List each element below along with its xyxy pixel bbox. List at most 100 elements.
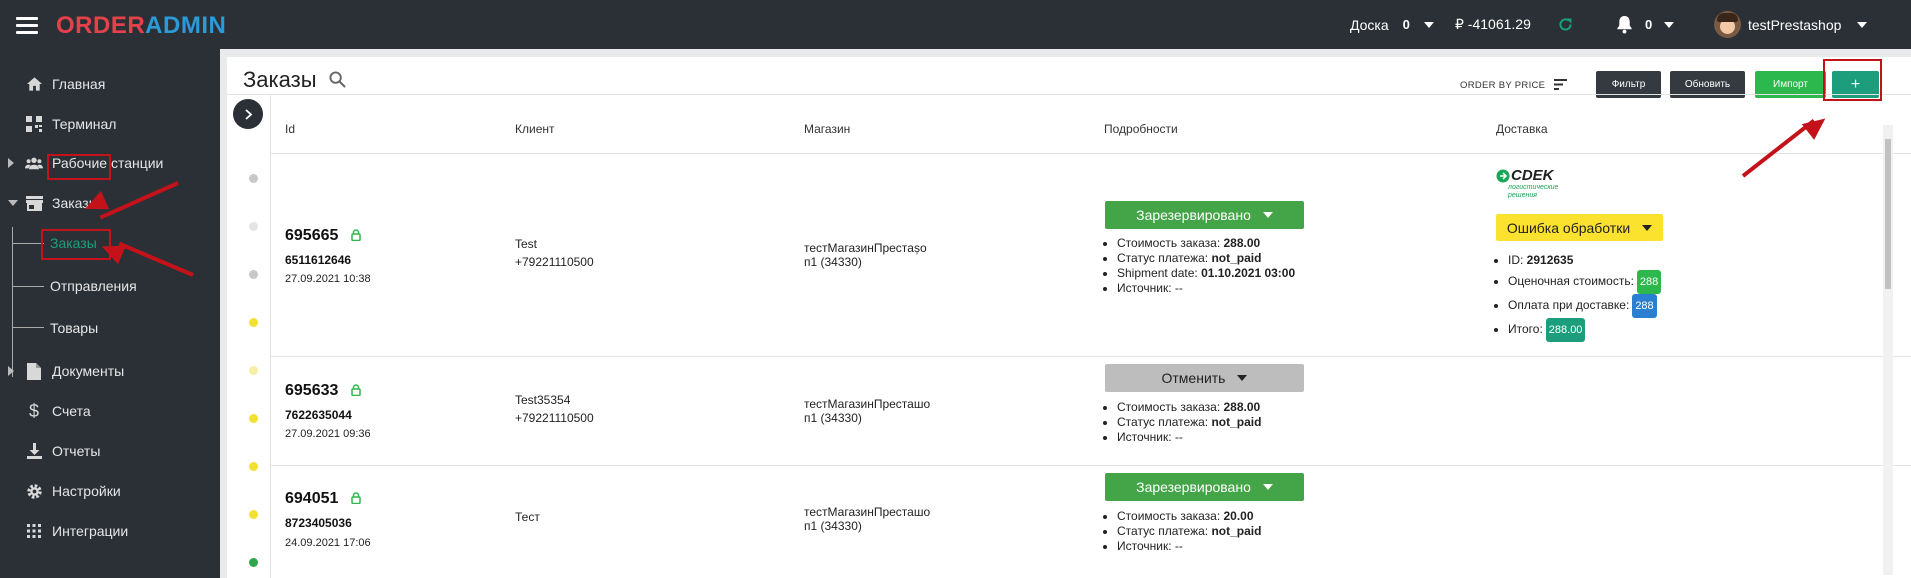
sidebar-item-settings[interactable]: Настройки: [0, 475, 220, 507]
annotation-box: [1823, 59, 1882, 101]
client-name: Тест: [515, 510, 540, 524]
sidebar-item-invoices[interactable]: $ Счета: [0, 395, 220, 427]
client-name: Test35354: [515, 393, 571, 407]
order-id[interactable]: 694051: [285, 490, 361, 508]
delivery-status-dropdown[interactable]: Ошибка обработки: [1496, 214, 1663, 241]
sidebar-item-reports[interactable]: Отчеты: [0, 435, 220, 467]
shop-id: п1 (34330): [804, 519, 862, 533]
column-header-details[interactable]: Подробности: [1104, 122, 1178, 136]
chevron-down-icon: [1262, 484, 1273, 490]
chevron-down-icon: [1664, 21, 1675, 28]
refresh-icon[interactable]: [1557, 0, 1574, 49]
status-dot: [249, 366, 258, 375]
board-dropdown[interactable]: Доска 0: [1350, 0, 1434, 49]
download-icon: [25, 442, 43, 460]
cdek-logo: СDEK логистические решения: [1496, 167, 1576, 203]
document-icon: [25, 362, 43, 380]
sidebar-item-documents[interactable]: Документы: [0, 355, 220, 387]
order-by-price[interactable]: ORDER BY PRICE: [1460, 79, 1568, 91]
status-dot: [249, 462, 258, 471]
shop-name: тестМагазинПрестașо: [804, 241, 927, 255]
divider: [271, 153, 1911, 154]
expand-button[interactable]: [233, 99, 263, 129]
column-header-delivery[interactable]: Доставка: [1496, 122, 1548, 136]
sidebar-item-label: Интеграции: [52, 523, 129, 539]
lock-icon: [351, 384, 361, 397]
order-code: 8723405036: [285, 516, 352, 530]
board-label: Доска: [1350, 16, 1389, 33]
page-title: Заказы: [243, 67, 346, 93]
sidebar-subitem-shipments[interactable]: Отправления: [50, 278, 137, 294]
chevron-right-icon: [8, 158, 14, 168]
divider: [271, 356, 1911, 357]
status-dropdown[interactable]: Зарезервировано: [1105, 473, 1304, 501]
status-dot: [249, 174, 258, 183]
detail-cost: Стоимость заказа: 20.00: [1117, 509, 1261, 524]
order-code: 7622635044: [285, 408, 352, 422]
app-logo[interactable]: ORDERADMIN: [56, 12, 226, 40]
store-icon: [25, 194, 43, 212]
users-icon: [25, 154, 43, 172]
order-details: Стоимость заказа: 288.00 Статус платежа:…: [1105, 400, 1261, 445]
tree-line: [12, 243, 44, 244]
order-id[interactable]: 695633: [285, 382, 361, 400]
order-details: Стоимость заказа: 20.00 Статус платежа: …: [1105, 509, 1261, 554]
row-gutter: [227, 94, 271, 578]
chevron-down-icon: [1857, 21, 1868, 28]
sidebar-item-label: Документы: [52, 363, 125, 379]
detail-source: Источник: --: [1117, 430, 1261, 445]
annotation-box: [47, 154, 111, 180]
sidebar-item-label: Настройки: [52, 483, 121, 499]
chevron-right-icon: [8, 366, 14, 376]
status-dot: [249, 318, 258, 327]
grid-icon: [25, 522, 43, 540]
sidebar-subitem-products[interactable]: Товары: [50, 320, 98, 336]
chevron-down-icon: [1237, 375, 1248, 381]
lock-icon: [351, 492, 361, 505]
balance: ₽ -41061.29: [1455, 16, 1531, 32]
status-dot: [249, 222, 258, 231]
bell-icon: [1617, 16, 1632, 34]
shop-id: п1 (34330): [804, 411, 862, 425]
divider: [227, 94, 1911, 95]
notifications-dropdown[interactable]: 0: [1616, 0, 1675, 49]
chevron-down-icon: [1642, 224, 1653, 231]
top-bar: ORDERADMIN Доска 0 ₽ -41061.29 0 testPre…: [0, 0, 1911, 49]
status-dot: [249, 414, 258, 423]
status-dropdown[interactable]: Зарезервировано: [1105, 201, 1304, 229]
detail-cost: Стоимость заказа: 288.00: [1117, 400, 1261, 415]
lock-icon: [351, 229, 361, 242]
sidebar-item-terminal[interactable]: Терминал: [0, 108, 220, 140]
search-icon[interactable]: [329, 71, 346, 88]
detail-source: Источник: --: [1117, 281, 1295, 296]
sidebar-item-integrations[interactable]: Интеграции: [0, 515, 220, 547]
scrollbar-thumb[interactable]: [1885, 139, 1891, 289]
sidebar-item-label: Терминал: [52, 116, 117, 132]
sidebar-item-label: Главная: [52, 76, 106, 92]
main-content: Заказы ORDER BY PRICE Фильтр Обновить Им…: [220, 49, 1911, 578]
column-header-shop[interactable]: Магазин: [804, 122, 850, 136]
divider: [271, 465, 1911, 466]
shop-name: тестМагазинПресташо: [804, 397, 931, 411]
column-header-id[interactable]: Id: [285, 122, 295, 136]
sidebar-item-home[interactable]: Главная: [0, 68, 220, 100]
sort-icon: [1554, 79, 1568, 90]
status-dropdown[interactable]: Отменить: [1105, 364, 1304, 392]
sidebar-item-label: Счета: [52, 403, 91, 419]
delivery-cod: Оплата при доставке:288: [1508, 294, 1661, 318]
order-date: 27.09.2021 09:36: [285, 428, 371, 440]
column-header-client[interactable]: Клиент: [515, 122, 555, 136]
home-icon: [25, 75, 43, 93]
client-phone: +79221110500: [515, 255, 594, 269]
status-dot: [249, 270, 258, 279]
gear-icon: [25, 482, 43, 500]
user-menu[interactable]: testPrestashop: [1714, 0, 1868, 49]
chevron-down-icon: [8, 200, 18, 206]
detail-shipment: Shipment date: 01.10.2021 03:00: [1117, 266, 1295, 281]
order-date: 27.09.2021 10:38: [285, 273, 371, 285]
detail-payment: Статус платежа: not_paid: [1117, 415, 1261, 430]
order-id[interactable]: 695665: [285, 227, 361, 245]
delivery-details: ID: 2912635 Оценочная стоимость:288 Опла…: [1496, 250, 1662, 342]
scrollbar[interactable]: [1883, 125, 1893, 575]
hamburger-menu-icon[interactable]: [16, 17, 38, 34]
